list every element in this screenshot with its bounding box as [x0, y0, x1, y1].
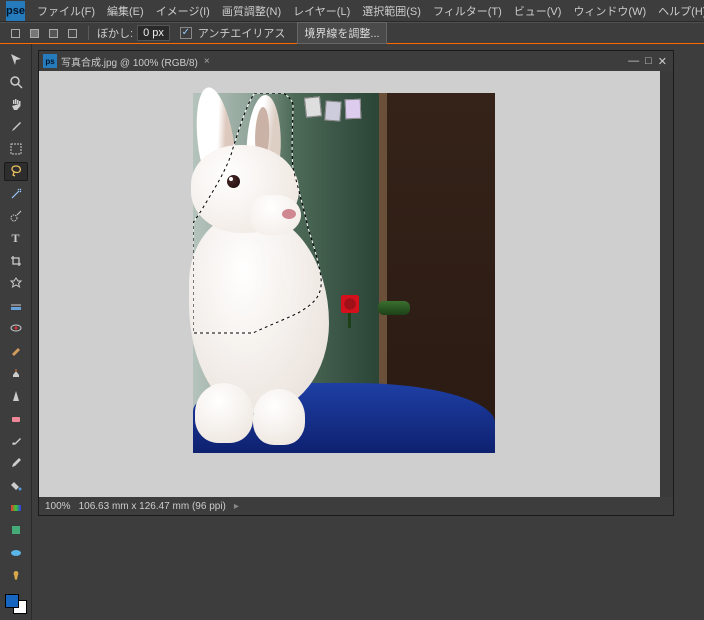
type-tool[interactable]: T — [4, 229, 28, 247]
workspace: ps 写真合成.jpg @ 100% (RGB/8) × — □ ✕ — [32, 44, 704, 620]
quick-select-tool[interactable] — [4, 207, 28, 225]
menu-filter[interactable]: フィルター(T) — [427, 3, 508, 19]
shape-tool[interactable] — [4, 521, 28, 539]
main-area: T ps 写真合成.j — [0, 44, 704, 620]
document-title: 写真合成.jpg @ 100% (RGB/8) — [61, 54, 198, 69]
selection-sub-icon[interactable] — [46, 26, 60, 40]
straighten-tool[interactable] — [4, 297, 28, 315]
eyedropper-tool[interactable] — [4, 117, 28, 135]
options-bar: ぼかし: 0 px ✓ アンチエイリアス 境界線を調整... — [0, 22, 704, 44]
sharpen-tool[interactable] — [4, 386, 28, 404]
tab-close-button[interactable]: × — [204, 56, 210, 67]
canvas[interactable] — [39, 71, 673, 497]
zoom-level[interactable]: 100% — [45, 501, 71, 512]
document-window: ps 写真合成.jpg @ 100% (RGB/8) × — □ ✕ — [38, 50, 674, 516]
menu-view[interactable]: ビュー(V) — [508, 3, 568, 19]
selection-int-icon[interactable] — [65, 26, 79, 40]
refine-edge-button[interactable]: 境界線を調整... — [297, 22, 386, 44]
menu-help[interactable]: ヘルプ(H) — [652, 3, 704, 19]
selection-new-icon[interactable] — [8, 26, 22, 40]
magic-wand-tool[interactable] — [4, 185, 28, 203]
separator — [88, 26, 89, 40]
smudge-tool[interactable] — [4, 566, 28, 584]
menu-select[interactable]: 選択範囲(S) — [356, 3, 427, 19]
eraser-tool[interactable] — [4, 409, 28, 427]
brush-tool[interactable] — [4, 431, 28, 449]
document-icon: ps — [43, 54, 57, 68]
feather-input[interactable]: 0 px — [137, 25, 170, 41]
crop-tool[interactable] — [4, 252, 28, 270]
app-logo: pse — [6, 1, 25, 21]
move-tool[interactable] — [4, 50, 28, 68]
menu-edit[interactable]: 編集(E) — [101, 3, 150, 19]
pencil-tool[interactable] — [4, 454, 28, 472]
menu-image[interactable]: イメージ(I) — [150, 3, 216, 19]
maximize-button[interactable]: □ — [645, 55, 652, 68]
close-button[interactable]: ✕ — [658, 55, 667, 68]
gradient-tool[interactable] — [4, 498, 28, 516]
lasso-tool[interactable] — [4, 162, 28, 180]
document-dimensions: 106.63 mm x 126.47 mm (96 ppi) — [79, 501, 226, 512]
zoom-tool[interactable] — [4, 72, 28, 90]
vertical-scrollbar[interactable] — [660, 71, 673, 497]
healing-brush-tool[interactable] — [4, 341, 28, 359]
tools-panel: T — [0, 44, 32, 620]
clone-stamp-tool[interactable] — [4, 364, 28, 382]
color-swatch[interactable] — [5, 594, 27, 614]
foreground-color[interactable] — [5, 594, 19, 608]
app-root: { "logo": "pse", "menu": { "file": "ファイル… — [0, 0, 704, 620]
menu-window[interactable]: ウィンドウ(W) — [567, 3, 652, 19]
status-bar: 100% 106.63 mm x 126.47 mm (96 ppi) ▸ — [39, 497, 673, 515]
minimize-button[interactable]: — — [628, 55, 639, 68]
feather-label: ぼかし: — [97, 25, 133, 41]
menu-layer[interactable]: レイヤー(L) — [287, 3, 356, 19]
redeye-tool[interactable] — [4, 319, 28, 337]
selection-add-icon[interactable] — [27, 26, 41, 40]
antialias-checkbox[interactable]: ✓ — [180, 27, 192, 39]
image-content — [193, 93, 495, 453]
cookie-cutter-tool[interactable] — [4, 274, 28, 292]
antialias-label: アンチエイリアス — [198, 25, 286, 41]
menu-file[interactable]: ファイル(F) — [31, 3, 101, 19]
menu-adjust[interactable]: 画質調整(N) — [216, 3, 287, 19]
sponge-tool[interactable] — [4, 543, 28, 561]
document-tab-bar: ps 写真合成.jpg @ 100% (RGB/8) × — □ ✕ — [39, 51, 673, 71]
status-menu-icon[interactable]: ▸ — [234, 501, 239, 512]
bucket-tool[interactable] — [4, 476, 28, 494]
marquee-tool[interactable] — [4, 140, 28, 158]
hand-tool[interactable] — [4, 95, 28, 113]
menu-bar: pse ファイル(F) 編集(E) イメージ(I) 画質調整(N) レイヤー(L… — [0, 0, 704, 22]
